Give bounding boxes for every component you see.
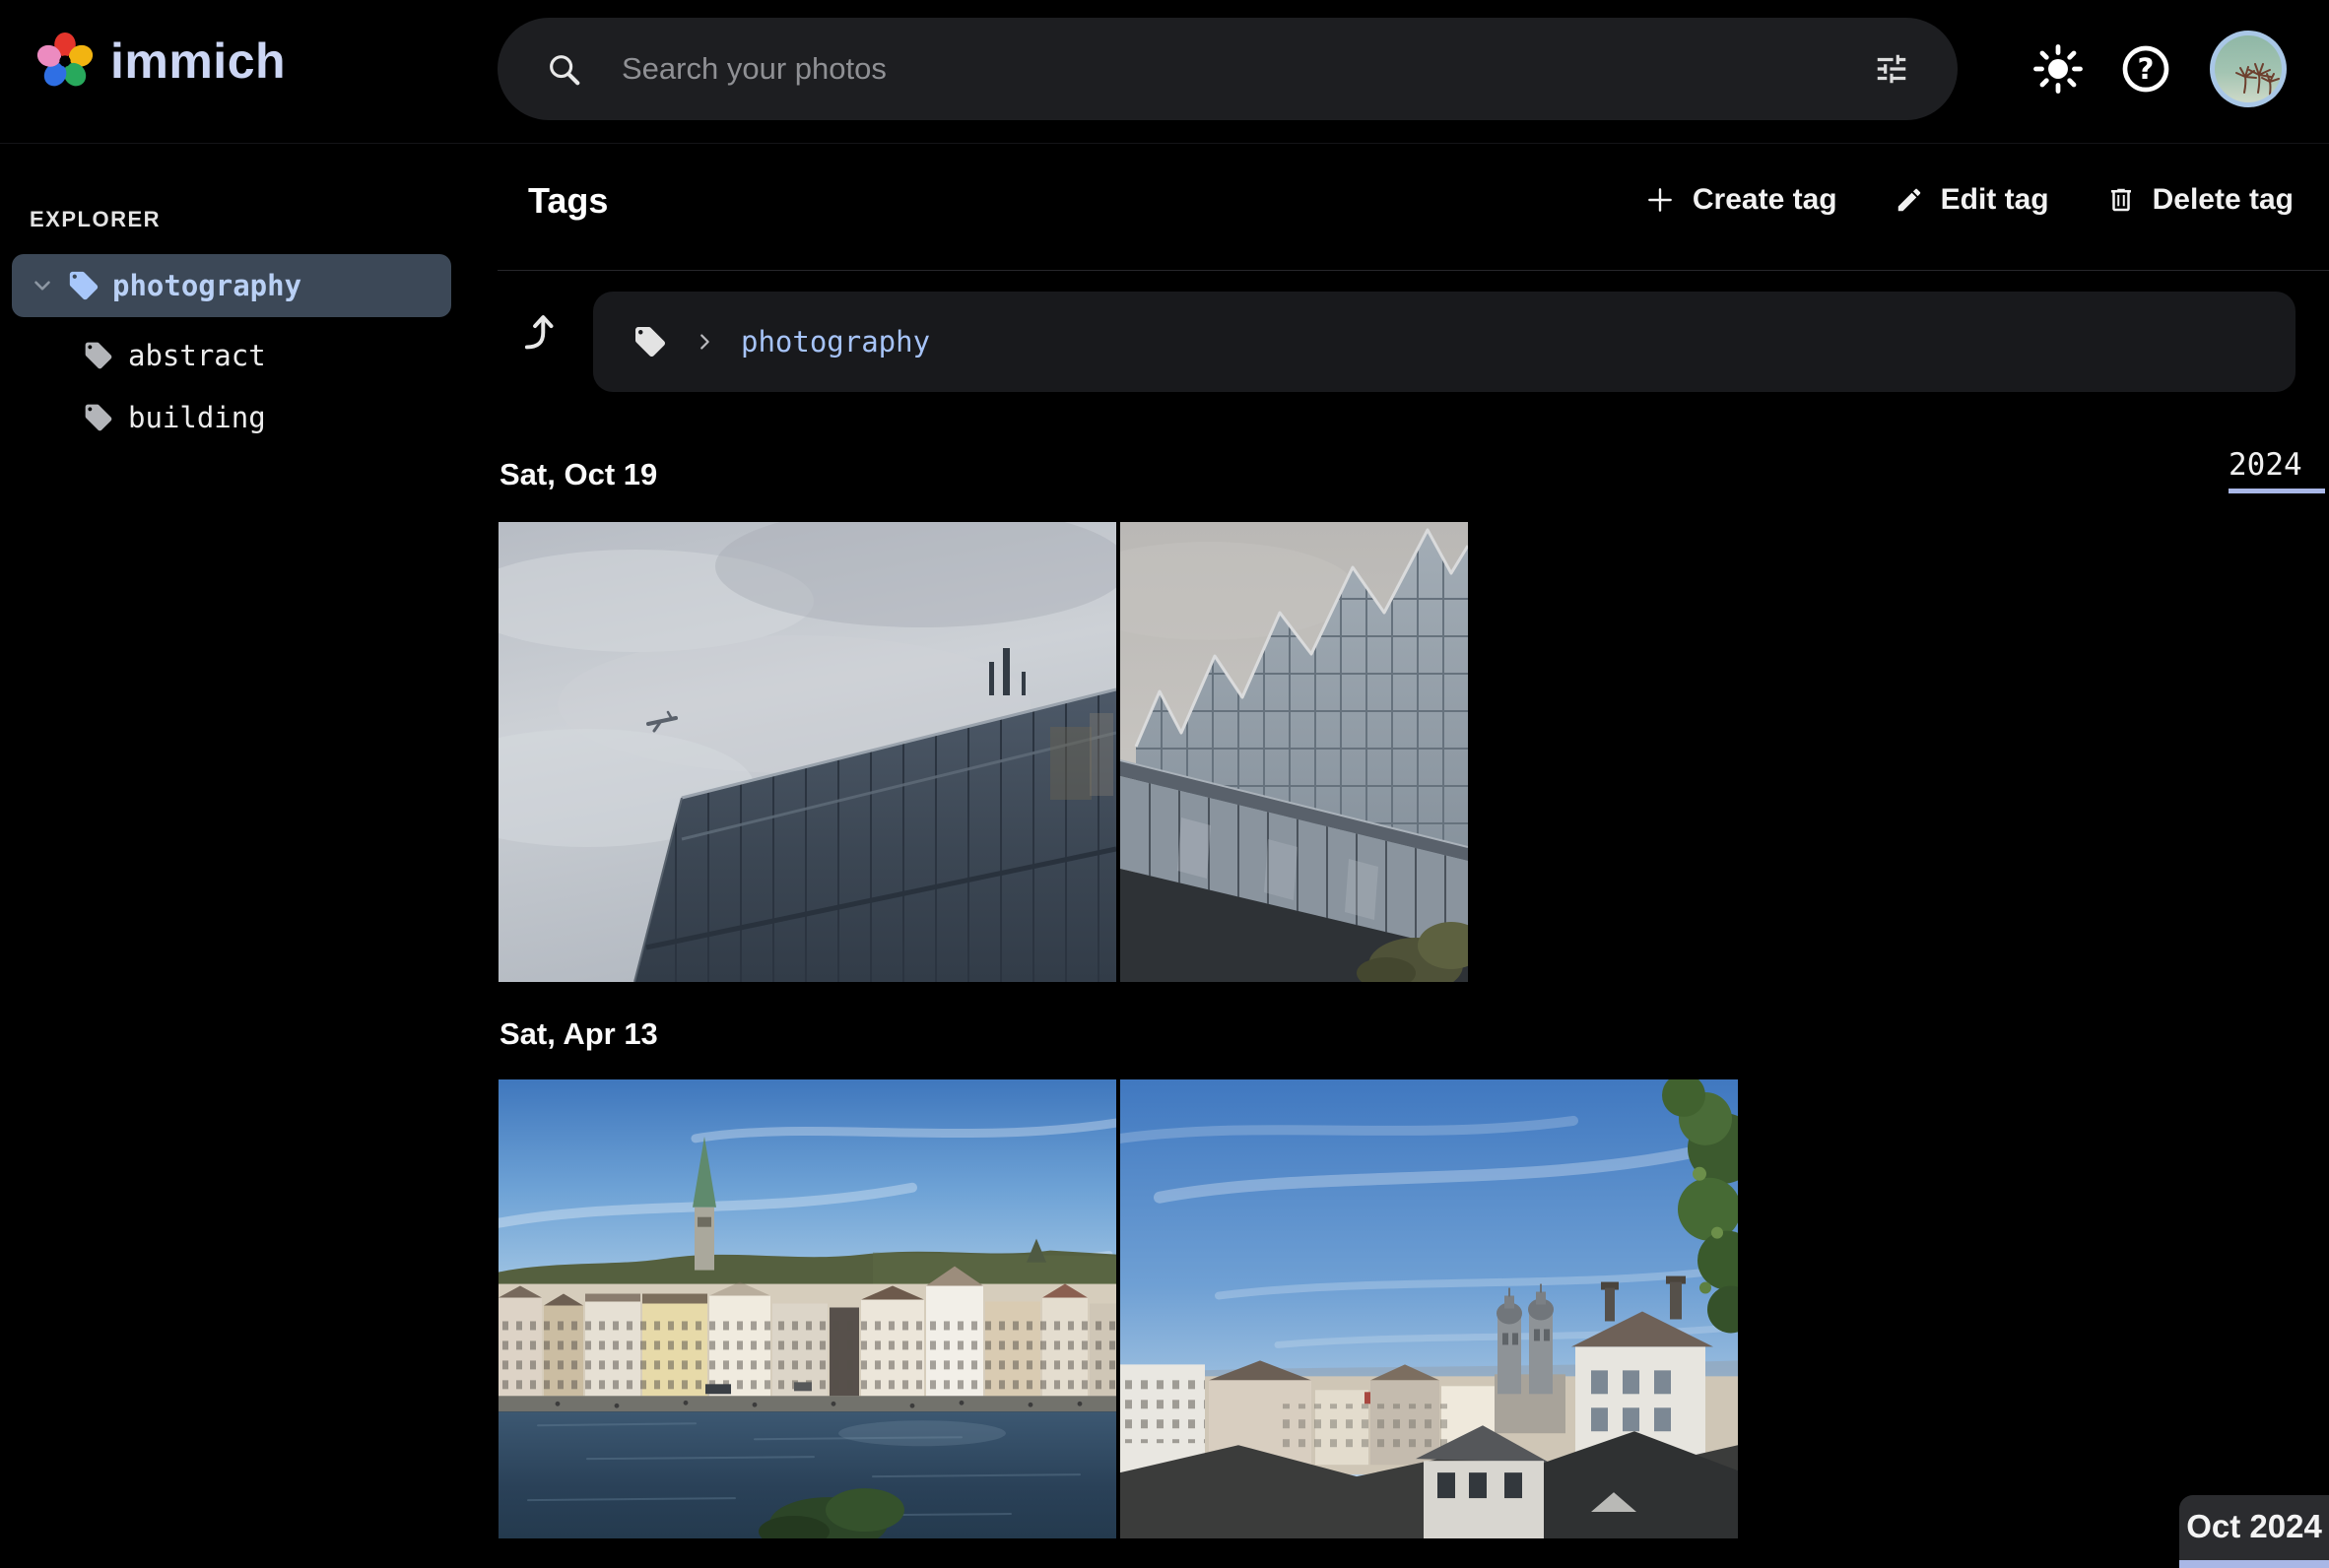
explorer-section-label: EXPLORER (30, 207, 161, 232)
header-divider (498, 270, 2329, 271)
sidebar-item-building[interactable]: building (12, 389, 451, 446)
edit-tag-label: Edit tag (1941, 183, 2049, 217)
scrubber-year-label: 2024 (2229, 447, 2329, 483)
theme-toggle-sun-icon[interactable] (2027, 37, 2090, 100)
scrubber-handle-label: Oct 2024 (2179, 1495, 2329, 1545)
immich-logo[interactable]: immich (35, 32, 286, 91)
chevron-down-icon[interactable] (30, 273, 55, 298)
scrubber-handle-marker (2179, 1560, 2329, 1568)
search-input[interactable] (622, 51, 1833, 87)
breadcrumb-current-tag[interactable]: photography (741, 325, 930, 359)
delete-tag-button[interactable]: Delete tag (2106, 183, 2294, 217)
avatar-photo (2215, 35, 2282, 102)
breadcrumb: photography (593, 292, 2296, 392)
sidebar-item-abstract[interactable]: abstract (12, 327, 451, 384)
create-tag-button[interactable]: Create tag (1644, 183, 1837, 217)
page-title: Tags (528, 180, 608, 222)
sidebar-item-photography[interactable]: photography (12, 254, 451, 317)
timeline-scrubber-handle[interactable]: Oct 2024 (2179, 1495, 2329, 1560)
user-avatar[interactable] (2210, 31, 2287, 107)
search-icon (545, 50, 582, 88)
pencil-icon (1895, 185, 1924, 215)
date-group-header: Sat, Apr 13 (499, 1016, 658, 1052)
brand-wordmark: immich (110, 33, 286, 90)
search-bar[interactable] (498, 18, 1958, 120)
sidebar-item-label: abstract (128, 339, 266, 372)
scrubber-year-marker (2229, 489, 2325, 493)
search-filter-icon[interactable] (1873, 50, 1910, 88)
timeline-scrubber-year[interactable]: 2024 (2229, 447, 2329, 493)
date-group-header: Sat, Oct 19 (499, 457, 657, 492)
create-tag-label: Create tag (1693, 183, 1837, 217)
delete-tag-label: Delete tag (2153, 183, 2294, 217)
svg-text:?: ? (2138, 52, 2155, 86)
arrow-up-left-icon (517, 308, 563, 354)
trash-icon (2106, 185, 2136, 215)
photo-thumbnail[interactable] (499, 522, 1116, 982)
top-bar: immich ? (0, 0, 2329, 144)
sidebar-item-label: building (128, 401, 266, 434)
tag-icon[interactable] (632, 324, 668, 359)
plus-icon (1644, 184, 1676, 216)
explorer-sidebar: EXPLORER photography abstract building (0, 144, 498, 1560)
tag-icon (83, 340, 114, 371)
tag-icon (83, 402, 114, 433)
photo-thumbnail[interactable] (1120, 522, 1468, 982)
edit-tag-button[interactable]: Edit tag (1895, 183, 2049, 217)
immich-flower-icon (35, 32, 95, 91)
photo-thumbnail[interactable] (499, 1079, 1116, 1538)
back-to-parent-button[interactable] (510, 301, 569, 360)
photo-thumbnail[interactable] (1120, 1079, 1738, 1538)
tag-actions: Create tag Edit tag Delete tag (1644, 183, 2294, 217)
chevron-right-icon (694, 331, 715, 353)
help-icon[interactable]: ? (2114, 37, 2177, 100)
tag-icon (67, 269, 100, 302)
sidebar-item-label: photography (112, 269, 301, 302)
